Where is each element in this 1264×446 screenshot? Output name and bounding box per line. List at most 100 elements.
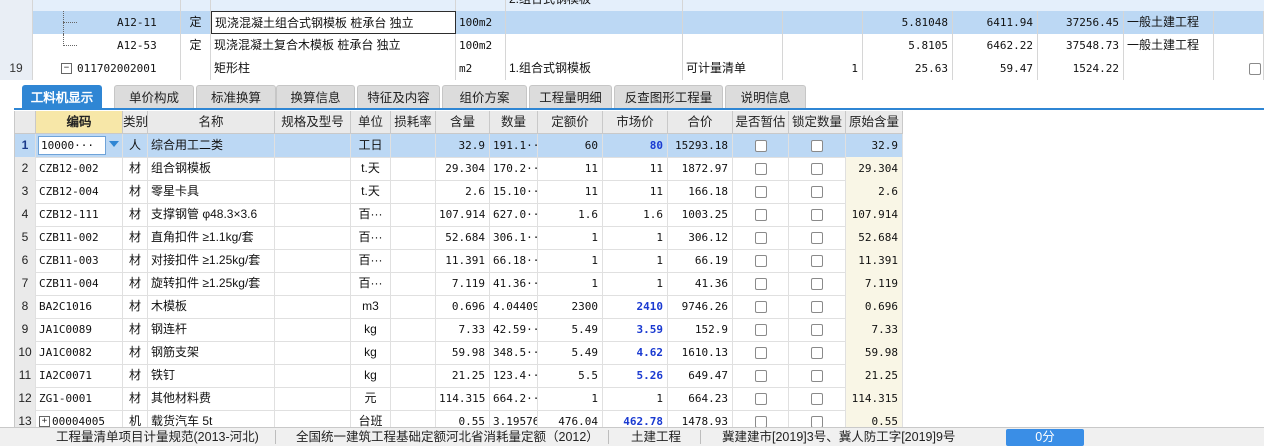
resource-code-cell[interactable]: ZG1-0001: [36, 387, 123, 410]
provisional-estimate-cell[interactable]: [733, 203, 789, 226]
lock-quantity-checkbox[interactable]: [811, 392, 823, 405]
column-header[interactable]: 锁定数量: [789, 111, 846, 133]
lock-quantity-checkbox[interactable]: [811, 208, 823, 221]
bill-item-row[interactable]: A12-11 定现浇混凝土组合式钢模板 桩承台 独立 100m2 5.81048 641…: [0, 11, 1264, 35]
resource-code-cell[interactable]: CZB12-002: [36, 157, 123, 180]
code-edit-field[interactable]: 10000···: [38, 136, 106, 155]
provisional-estimate-checkbox[interactable]: [754, 415, 767, 427]
resource-name-cell[interactable]: 钢连杆: [148, 318, 275, 341]
lock-quantity-cell[interactable]: [789, 318, 846, 341]
resource-name-cell[interactable]: 木模板: [148, 295, 275, 318]
column-header[interactable]: 原始含量: [846, 111, 903, 133]
quantity-cell[interactable]: 170.2···: [490, 157, 538, 180]
resource-name-cell[interactable]: 旋转扣件 ≥1.25kg/套: [148, 272, 275, 295]
tab-6[interactable]: 工程量明细: [529, 85, 612, 109]
provisional-estimate-checkbox[interactable]: [754, 323, 767, 336]
provisional-estimate-cell[interactable]: [733, 272, 789, 295]
status-policy-document[interactable]: 冀建建市[2019]3号、冀人防工字[2019]9号: [722, 428, 955, 446]
market-price-cell[interactable]: 5.26: [603, 364, 668, 387]
loss-rate-cell[interactable]: [391, 203, 436, 226]
lock-quantity-cell[interactable]: [789, 157, 846, 180]
content-cell[interactable]: 7.119: [436, 272, 490, 295]
provisional-estimate-cell[interactable]: [733, 295, 789, 318]
quantity-cell[interactable]: 191.1···: [490, 134, 538, 157]
quantity-cell[interactable]: 306.1···: [490, 226, 538, 249]
quantity-cell[interactable]: 15.10···: [490, 180, 538, 203]
market-price-cell[interactable]: 4.62: [603, 341, 668, 364]
tab-1[interactable]: 单价构成: [114, 85, 194, 109]
resource-name-cell[interactable]: 其他材料费: [148, 387, 275, 410]
provisional-estimate-cell[interactable]: [733, 387, 789, 410]
loss-rate-cell[interactable]: [391, 318, 436, 341]
provisional-estimate-cell[interactable]: [733, 134, 789, 157]
market-price-cell[interactable]: 462.78: [603, 410, 668, 427]
resource-name-cell[interactable]: 综合用工二类: [148, 134, 275, 157]
provisional-estimate-checkbox[interactable]: [754, 185, 767, 198]
tab-7[interactable]: 反查图形工程量: [614, 85, 723, 109]
score-badge[interactable]: 0分: [1006, 429, 1084, 446]
spec-model-cell[interactable]: [275, 272, 351, 295]
resource-row[interactable]: 10 JA1C0082 材钢筋支架 kg 59.98 348.5··· 5.49 4.62 16…: [15, 341, 903, 365]
provisional-estimate-cell[interactable]: [733, 180, 789, 203]
resource-row[interactable]: 6 CZB11-003 材对接扣件 ≥1.25kg/套 百··· 11.391 66.18…: [15, 249, 903, 273]
tab-8[interactable]: 说明信息: [725, 85, 806, 109]
spec-model-cell[interactable]: [275, 226, 351, 249]
quantity-cell[interactable]: 42.59···: [490, 318, 538, 341]
resource-code-cell[interactable]: CZB12-004: [36, 180, 123, 203]
lock-quantity-checkbox[interactable]: [811, 254, 823, 267]
lock-quantity-checkbox[interactable]: [811, 231, 823, 244]
resource-name-cell[interactable]: 组合钢模板: [148, 157, 275, 180]
resource-row[interactable]: 11 IA2C0071 材铁钉 kg 21.25 123.4··· 5.5 5.26 649.4…: [15, 364, 903, 388]
resource-name-cell[interactable]: 零星卡具: [148, 180, 275, 203]
market-price-cell[interactable]: 3.59: [603, 318, 668, 341]
resource-code-cell[interactable]: CZB11-003: [36, 249, 123, 272]
column-header[interactable]: 损耗率: [391, 111, 436, 133]
resource-code-cell[interactable]: JA1C0089: [36, 318, 123, 341]
spec-model-cell[interactable]: [275, 364, 351, 387]
resource-row[interactable]: 9 JA1C0089 材钢连杆 kg 7.33 42.59··· 5.49 3.59 152.9…: [15, 318, 903, 342]
spec-model-cell[interactable]: [275, 341, 351, 364]
resource-row[interactable]: 3 CZB12-004 材零星卡具 t.天 2.6 15.10··· 11 11 166.18 2…: [15, 180, 903, 204]
lock-quantity-cell[interactable]: [789, 364, 846, 387]
provisional-estimate-cell[interactable]: [733, 249, 789, 272]
column-header[interactable]: 是否暂估: [733, 111, 789, 133]
loss-rate-cell[interactable]: [391, 364, 436, 387]
loss-rate-cell[interactable]: [391, 249, 436, 272]
bill-item-row[interactable]: 19 011702002001− 矩形柱 m2 1.组合式钢模板 可计量清单 1 25.63 5…: [0, 57, 1264, 80]
spec-model-cell[interactable]: [275, 387, 351, 410]
tab-3[interactable]: 换算信息: [276, 85, 355, 109]
loss-rate-cell[interactable]: [391, 226, 436, 249]
name-cell[interactable]: 现浇混凝土组合式钢模板 桩承台 独立: [211, 11, 456, 34]
lock-quantity-checkbox[interactable]: [811, 139, 823, 152]
expand-icon[interactable]: +: [39, 416, 50, 427]
tab-0[interactable]: 工料机显示: [22, 85, 102, 109]
provisional-estimate-checkbox[interactable]: [754, 254, 767, 267]
market-price-cell[interactable]: 1: [603, 272, 668, 295]
resource-code-cell[interactable]: JA1C0082: [36, 341, 123, 364]
spec-model-cell[interactable]: [275, 157, 351, 180]
quantity-cell[interactable]: 66.18···: [490, 249, 538, 272]
provisional-estimate-checkbox[interactable]: [754, 231, 767, 244]
spec-model-cell[interactable]: [275, 134, 351, 157]
lock-quantity-checkbox[interactable]: [811, 415, 823, 427]
resource-code-cell[interactable]: 10000···: [36, 134, 123, 157]
spec-model-cell[interactable]: [275, 318, 351, 341]
quantity-cell[interactable]: 664.2···: [490, 387, 538, 410]
market-price-cell[interactable]: 1.6: [603, 203, 668, 226]
lock-quantity-cell[interactable]: [789, 203, 846, 226]
spec-model-cell[interactable]: [275, 249, 351, 272]
resource-code-cell[interactable]: CZB11-002: [36, 226, 123, 249]
lock-quantity-cell[interactable]: [789, 272, 846, 295]
column-header[interactable]: 市场价: [603, 111, 668, 133]
status-spec-standard[interactable]: 工程量清单项目计量规范(2013-河北): [56, 428, 259, 446]
market-price-cell[interactable]: 1: [603, 387, 668, 410]
resource-row[interactable]: 5 CZB11-002 材直角扣件 ≥1.1kg/套 百··· 52.684 306.1·…: [15, 226, 903, 250]
lock-quantity-cell[interactable]: [789, 134, 846, 157]
content-cell[interactable]: 21.25: [436, 364, 490, 387]
column-header[interactable]: 定额价: [538, 111, 603, 133]
resource-code-cell[interactable]: CZB12-111: [36, 203, 123, 226]
lock-quantity-checkbox[interactable]: [811, 346, 823, 359]
market-price-cell[interactable]: 11: [603, 180, 668, 203]
market-price-cell[interactable]: 1: [603, 226, 668, 249]
spec-model-cell[interactable]: [275, 203, 351, 226]
